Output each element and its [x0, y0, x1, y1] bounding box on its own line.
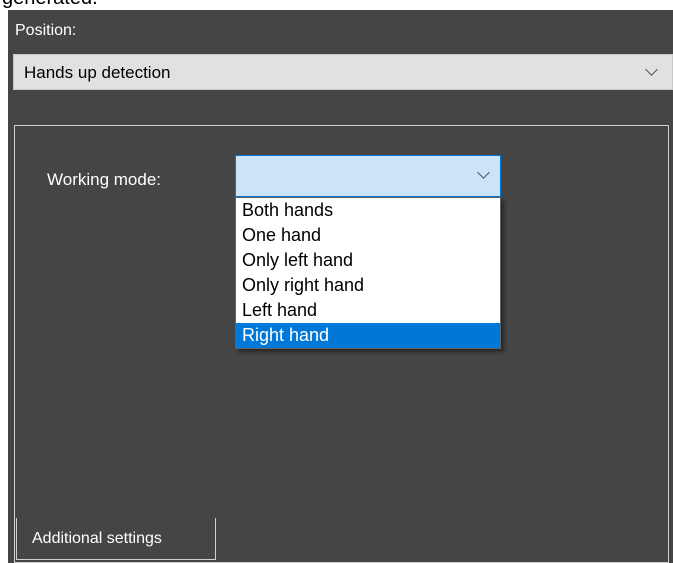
- tab-additional-settings[interactable]: Additional settings: [16, 518, 216, 560]
- dropdown-option-both-hands[interactable]: Both hands: [236, 198, 500, 223]
- settings-panel: Position: Hands up detection Working mod…: [8, 10, 673, 563]
- position-select-value: Hands up detection: [24, 63, 171, 82]
- dropdown-option-left-hand[interactable]: Left hand: [236, 298, 500, 323]
- chevron-down-icon: [645, 63, 658, 76]
- chevron-down-icon: [477, 166, 490, 179]
- top-cut-text-strip: generated.: [0, 0, 673, 10]
- dropdown-option-one-hand[interactable]: One hand: [236, 223, 500, 248]
- tab-additional-settings-label: Additional settings: [32, 530, 162, 547]
- dropdown-option-right-hand[interactable]: Right hand: [236, 323, 500, 348]
- working-mode-select[interactable]: [235, 155, 501, 197]
- working-mode-label: Working mode:: [47, 170, 162, 189]
- dropdown-option-only-left-hand[interactable]: Only left hand: [236, 248, 500, 273]
- position-label: Position:: [15, 22, 77, 39]
- working-mode-dropdown-list: Both hands One hand Only left hand Only …: [235, 197, 501, 349]
- position-select[interactable]: Hands up detection: [13, 54, 673, 90]
- dropdown-option-only-right-hand[interactable]: Only right hand: [236, 273, 500, 298]
- cut-off-text: generated.: [2, 0, 98, 10]
